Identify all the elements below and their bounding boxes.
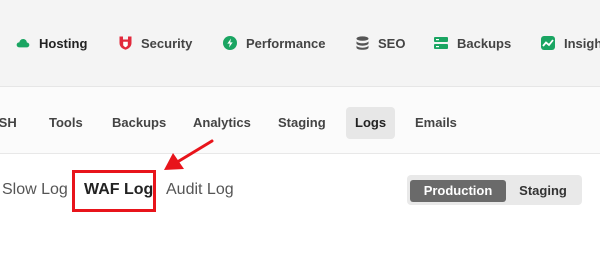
top-navigation: Hosting Security Performance SEO Backups… [0, 0, 600, 86]
nav-label-insights: Insigh [564, 35, 600, 51]
env-staging-button[interactable]: Staging [507, 180, 579, 202]
subnav-item-ssh[interactable]: SSH [0, 107, 17, 139]
chart-icon [541, 36, 555, 50]
subnav-item-emails[interactable]: Emails [415, 107, 457, 139]
env-production-button[interactable]: Production [410, 180, 506, 202]
nav-item-performance[interactable]: Performance [223, 34, 325, 52]
nav-label-seo: SEO [378, 35, 406, 51]
subnav-item-backups[interactable]: Backups [112, 107, 166, 139]
subnav-item-analytics[interactable]: Analytics [193, 107, 251, 139]
nav-item-hosting[interactable]: Hosting [16, 34, 87, 52]
nav-item-backups[interactable]: Backups [434, 34, 511, 52]
backup-icon [434, 36, 448, 50]
nav-label-security: Security [141, 35, 193, 51]
database-icon [355, 36, 369, 50]
subnav-item-staging[interactable]: Staging [278, 107, 326, 139]
cloud-icon [16, 36, 30, 50]
lightning-icon [223, 36, 237, 50]
subnav-divider [0, 153, 600, 154]
nav-item-security[interactable]: Security [118, 34, 192, 52]
subnav-item-logs[interactable]: Logs [346, 107, 396, 139]
tab-audit-log[interactable]: Audit Log [166, 176, 234, 204]
annotation-highlight-box [72, 170, 156, 212]
shield-icon [118, 36, 132, 50]
nav-label-hosting: Hosting [39, 35, 88, 51]
nav-label-performance: Performance [246, 35, 326, 51]
nav-label-backups: Backups [457, 35, 512, 51]
nav-item-insights[interactable]: Insigh [541, 34, 600, 52]
nav-item-seo[interactable]: SEO [355, 34, 405, 52]
subnav-item-tools[interactable]: Tools [49, 107, 83, 139]
tab-slow-log[interactable]: Slow Log [2, 176, 68, 204]
